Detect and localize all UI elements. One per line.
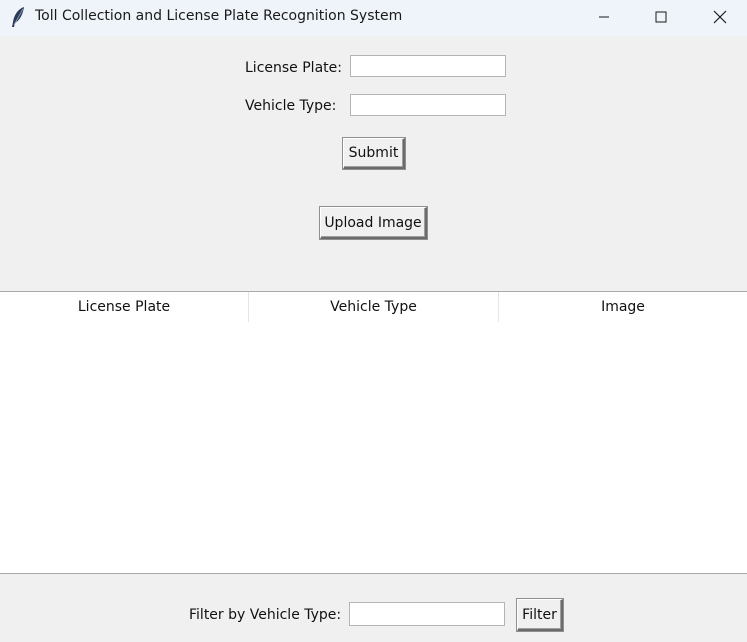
upload-image-button[interactable]: Upload Image — [320, 207, 427, 239]
maximize-icon — [655, 11, 667, 23]
app-window: Toll Collection and License Plate Recogn… — [0, 0, 747, 642]
table-header: License Plate Vehicle Type Image — [0, 292, 747, 323]
column-header-license-plate[interactable]: License Plate — [0, 292, 249, 322]
close-button[interactable] — [697, 0, 743, 34]
column-header-vehicle-type[interactable]: Vehicle Type — [249, 292, 499, 322]
close-icon — [713, 10, 727, 24]
filter-label: Filter by Vehicle Type: — [189, 607, 342, 623]
title-bar[interactable]: Toll Collection and License Plate Recogn… — [0, 0, 747, 36]
license-plate-label: License Plate: — [245, 60, 342, 76]
filter-vehicle-type-input[interactable] — [349, 602, 505, 626]
feather-icon — [12, 7, 24, 27]
column-header-image[interactable]: Image — [499, 292, 747, 322]
maximize-button[interactable] — [638, 0, 684, 34]
filter-button[interactable]: Filter — [517, 599, 563, 631]
minimize-button[interactable] — [581, 0, 627, 34]
minimize-icon — [599, 16, 609, 18]
submit-button[interactable]: Submit — [343, 138, 405, 169]
vehicle-type-input[interactable] — [350, 94, 506, 116]
vehicle-type-label: Vehicle Type: — [245, 98, 337, 114]
license-plate-input[interactable] — [350, 55, 506, 77]
window-title: Toll Collection and License Plate Recogn… — [35, 8, 403, 24]
records-table[interactable]: License Plate Vehicle Type Image — [0, 291, 747, 574]
